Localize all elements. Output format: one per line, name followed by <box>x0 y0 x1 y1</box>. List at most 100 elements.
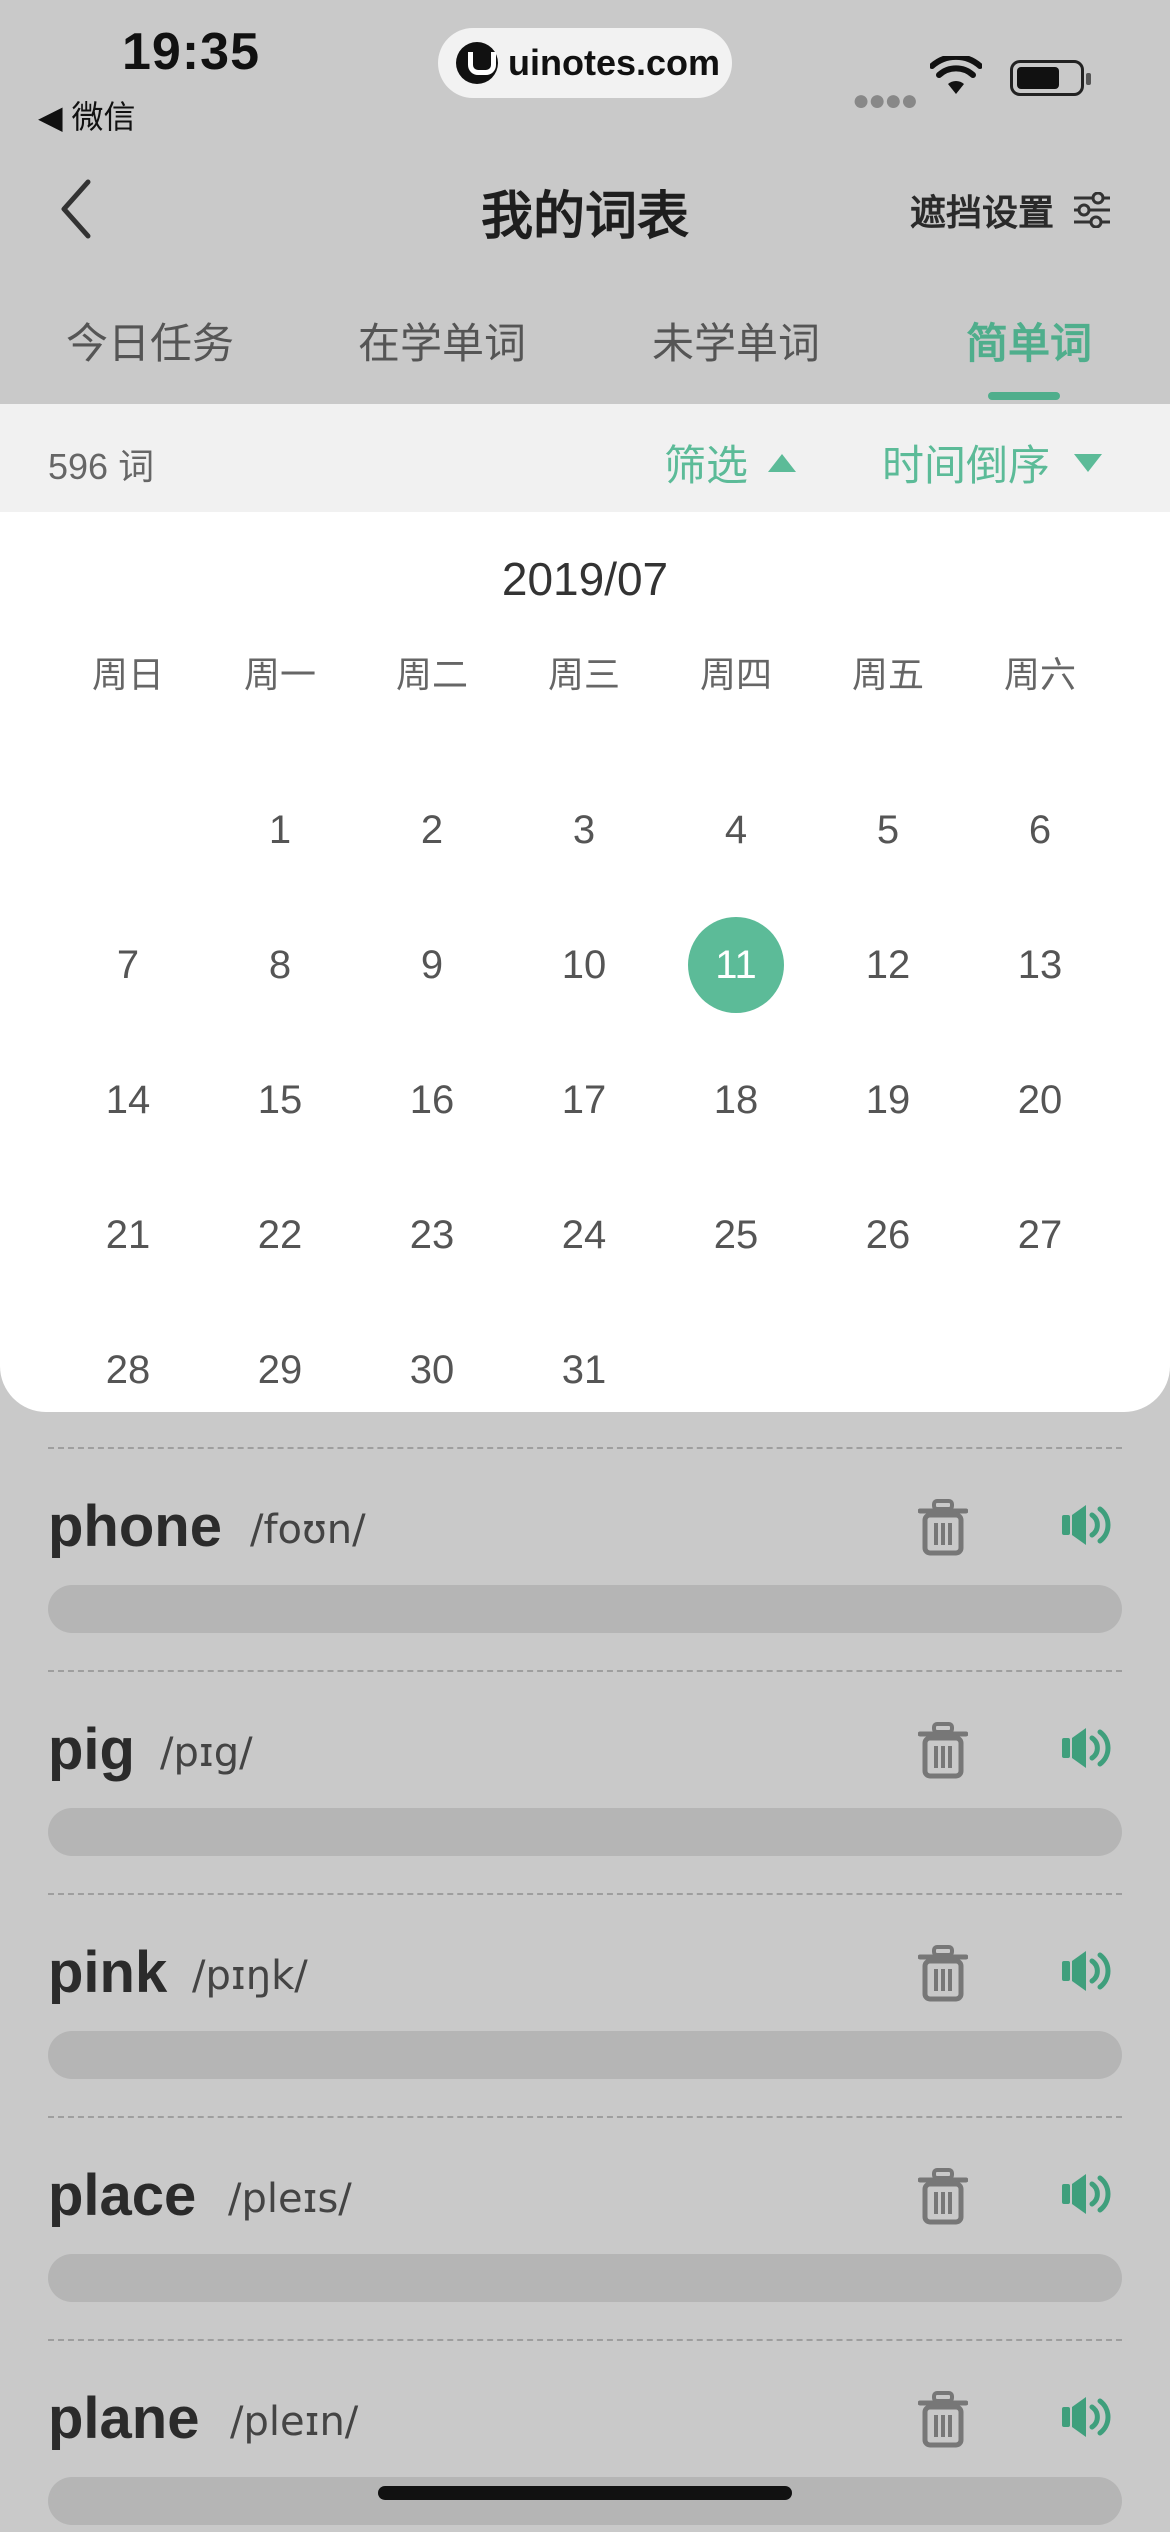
meaning-mask-bar[interactable] <box>48 2254 1122 2302</box>
weekday-label: 周四 <box>699 654 772 695</box>
filter-bar: 596 词 筛选 时间倒序 <box>0 404 1170 512</box>
calendar-day[interactable]: 25 <box>686 1185 786 1285</box>
phonetic-text: /pɪg/ <box>160 1730 253 1776</box>
phonetic-text: /pɪŋk/ <box>192 1953 308 1999</box>
row-divider <box>48 2116 1122 2118</box>
status-bar: 19:35 ◀ 微信 uinotes.com ●●●● <box>0 0 1170 135</box>
calendar-day[interactable]: 24 <box>534 1185 634 1285</box>
calendar-day[interactable]: 26 <box>838 1185 938 1285</box>
weekday-header: 周日 周一 周二 周三 周四 周五 周六 <box>0 646 1170 696</box>
filter-label: 筛选 <box>664 442 749 489</box>
calendar-day[interactable]: 12 <box>838 915 938 1015</box>
weekday-label: 周二 <box>395 654 468 695</box>
uinotes-logo-icon <box>456 42 498 84</box>
trash-icon[interactable] <box>918 1722 968 1780</box>
meaning-mask-bar[interactable] <box>48 2477 1122 2525</box>
weekday-label: 周五 <box>851 654 924 695</box>
speaker-icon[interactable] <box>1060 1726 1112 1770</box>
calendar-popup: 2019/07 周日 周一 周二 周三 周四 周五 周六 1 2 3 4 5 6 7 8 9 10 11 12 13… <box>0 512 1170 1412</box>
caret-down-icon <box>1074 453 1103 472</box>
status-time: 19:35 <box>122 23 260 81</box>
home-indicator <box>378 2486 792 2500</box>
calendar-day[interactable]: 17 <box>534 1050 634 1150</box>
active-tab-indicator <box>988 392 1060 400</box>
calendar-day[interactable]: 3 <box>534 780 634 880</box>
meaning-mask-bar[interactable] <box>48 1808 1122 1856</box>
calendar-day[interactable]: 19 <box>838 1050 938 1150</box>
calendar-day[interactable]: 28 <box>78 1320 178 1420</box>
trash-icon[interactable] <box>918 1945 968 2003</box>
sliders-icon <box>1074 192 1111 228</box>
calendar-day[interactable]: 2 <box>382 780 482 880</box>
word-item[interactable]: pink/pɪŋk/ <box>0 1923 1170 2023</box>
speaker-icon[interactable] <box>1060 1503 1112 1547</box>
calendar-day[interactable]: 8 <box>230 915 330 1015</box>
row-divider <box>48 1670 1122 1672</box>
back-to-wechat-link[interactable]: ◀ 微信 <box>38 92 136 138</box>
speaker-icon[interactable] <box>1060 1949 1112 1993</box>
calendar-day[interactable]: 1 <box>230 780 330 880</box>
calendar-day[interactable]: 20 <box>990 1050 1090 1150</box>
trash-icon[interactable] <box>918 2391 968 2449</box>
word-item[interactable]: phone/foʊn/ <box>0 1477 1170 1577</box>
weekday-label: 周一 <box>243 654 316 695</box>
word-text: place <box>48 2163 197 2228</box>
trash-icon[interactable] <box>918 2168 968 2226</box>
calendar-day[interactable]: 22 <box>230 1185 330 1285</box>
word-text: pink <box>48 1940 168 2005</box>
speaker-icon[interactable] <box>1060 2172 1112 2216</box>
calendar-day[interactable]: 10 <box>534 915 634 1015</box>
calendar-day[interactable]: 31 <box>534 1320 634 1420</box>
word-item[interactable]: pig/pɪg/ <box>0 1700 1170 1800</box>
row-divider <box>48 1893 1122 1895</box>
filter-button[interactable]: 筛选 <box>664 432 797 493</box>
calendar-day[interactable]: 15 <box>230 1050 330 1150</box>
battery-icon <box>1010 60 1091 96</box>
weekday-label: 周日 <box>91 654 164 695</box>
url-text: uinotes.com <box>508 42 721 83</box>
word-item[interactable]: plane/pleɪn/ <box>0 2369 1170 2469</box>
phonetic-text: /pleɪs/ <box>228 2176 352 2222</box>
calendar-day[interactable]: 27 <box>990 1185 1090 1285</box>
calendar-day[interactable]: 16 <box>382 1050 482 1150</box>
calendar-month: 2019/07 <box>501 553 669 605</box>
calendar-day[interactable]: 30 <box>382 1320 482 1420</box>
word-item[interactable]: place/pleɪs/ <box>0 2146 1170 2246</box>
calendar-day[interactable]: 5 <box>838 780 938 880</box>
row-divider <box>48 2339 1122 2341</box>
sort-button[interactable]: 时间倒序 <box>882 432 1103 493</box>
calendar-day-selected[interactable]: 11 <box>688 917 784 1013</box>
phonetic-text: /pleɪn/ <box>230 2399 359 2445</box>
calendar-day[interactable]: 13 <box>990 915 1090 1015</box>
phonetic-text: /foʊn/ <box>250 1507 366 1553</box>
calendar-day[interactable]: 14 <box>78 1050 178 1150</box>
url-badge: uinotes.com <box>438 28 732 98</box>
meaning-mask-bar[interactable] <box>48 1585 1122 1633</box>
wifi-icon <box>930 56 982 94</box>
tab-simple-words[interactable]: 简单词 <box>966 310 1092 371</box>
tab-bar: 今日任务 在学单词 未学单词 简单词 <box>0 290 1170 400</box>
calendar-day[interactable]: 9 <box>382 915 482 1015</box>
word-text: pig <box>48 1717 135 1782</box>
calendar-day[interactable]: 6 <box>990 780 1090 880</box>
calendar-day[interactable]: 21 <box>78 1185 178 1285</box>
tab-learning-words[interactable]: 在学单词 <box>358 310 526 371</box>
tab-unlearned-words[interactable]: 未学单词 <box>652 310 820 371</box>
calendar-day[interactable]: 29 <box>230 1320 330 1420</box>
weekday-label: 周三 <box>547 654 620 695</box>
word-text: phone <box>48 1494 222 1559</box>
signal-icon: ●●●● <box>852 84 918 117</box>
calendar-day[interactable]: 7 <box>78 915 178 1015</box>
meaning-mask-bar[interactable] <box>48 2031 1122 2079</box>
mask-settings-button[interactable]: 遮挡设置 <box>910 184 1112 236</box>
word-text: plane <box>48 2386 200 2451</box>
calendar-day[interactable]: 4 <box>686 780 786 880</box>
calendar-day[interactable]: 18 <box>686 1050 786 1150</box>
mask-settings-label: 遮挡设置 <box>910 192 1055 233</box>
calendar-day[interactable]: 23 <box>382 1185 482 1285</box>
sort-label: 时间倒序 <box>882 442 1051 489</box>
nav-bar: 我的词表 遮挡设置 <box>0 150 1170 270</box>
trash-icon[interactable] <box>918 1499 968 1557</box>
speaker-icon[interactable] <box>1060 2395 1112 2439</box>
tab-today-task[interactable]: 今日任务 <box>66 310 234 371</box>
